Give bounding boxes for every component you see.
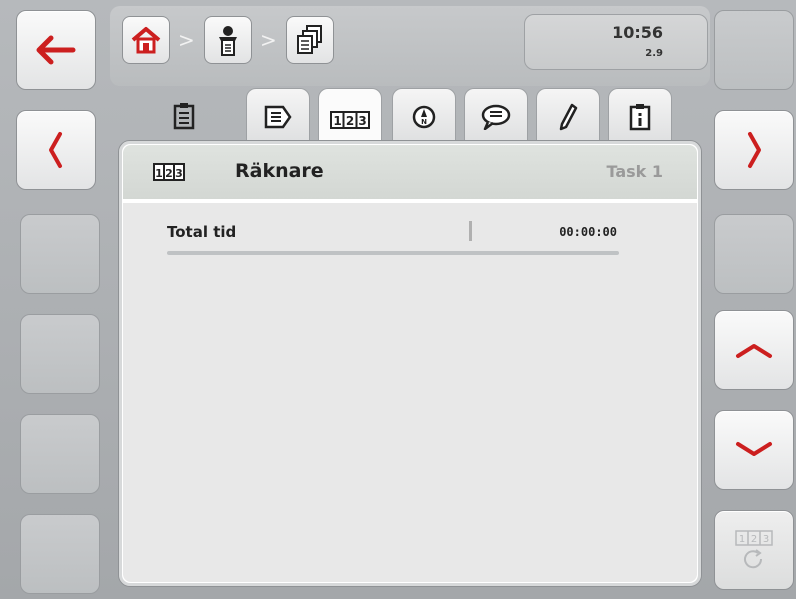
counters-panel: 1 2 3 Räknare Task 1 Total tid 00:00:00 [118, 140, 702, 587]
counter-label: Total tid [167, 223, 237, 241]
tab-device-description[interactable] [246, 88, 310, 144]
svg-text:3: 3 [175, 167, 183, 180]
counter-icon: 1 2 3 [153, 163, 185, 181]
clipboard-icon [173, 103, 195, 130]
operator-clipboard-icon [219, 26, 237, 56]
tab-comments[interactable] [464, 88, 528, 144]
svg-text:3: 3 [763, 534, 769, 545]
chevron-right-icon [748, 132, 761, 168]
left-softkey-5 [20, 414, 100, 494]
speech-bubble-icon [481, 104, 511, 130]
info-document-icon [629, 103, 651, 130]
counter-value: 00:00:00 [559, 225, 617, 239]
right-softkey-1 [714, 10, 794, 90]
reset-counter-button[interactable]: 1 2 3 [714, 510, 794, 590]
next-tab-button[interactable] [714, 110, 794, 190]
row-underline [167, 251, 619, 255]
counter-list: Total tid 00:00:00 [123, 203, 697, 582]
svg-text:1: 1 [155, 167, 163, 180]
svg-text:2: 2 [751, 534, 757, 545]
header-bar: > > 10:56 2.9 [110, 6, 710, 86]
svg-text:1: 1 [739, 534, 745, 545]
breadcrumb-task-controller[interactable] [204, 16, 252, 64]
screen-frame: 1 2 3 > > 10:56 2.9 1 2 3 N 1 2 3 Räknar… [0, 0, 796, 599]
svg-text:1: 1 [333, 114, 341, 128]
clock-time: 10:56 [612, 23, 663, 42]
chevron-up-icon [736, 344, 772, 358]
breadcrumb-tasks[interactable] [286, 16, 334, 64]
chevron-left-icon [49, 132, 62, 168]
compass-icon: N [412, 105, 436, 128]
tab-task-data[interactable] [152, 88, 216, 144]
clock-display: 10:56 2.9 [524, 14, 708, 70]
documents-icon [297, 25, 322, 54]
right-softkey-3 [714, 214, 794, 294]
scroll-down-button[interactable] [714, 410, 794, 490]
chevron-down-icon [736, 442, 772, 456]
document-arrow-icon [264, 105, 292, 128]
counter-reset-icon: 1 2 3 [735, 530, 773, 569]
tab-notes[interactable] [536, 88, 600, 144]
pencil-icon [559, 103, 578, 130]
tab-location[interactable]: N [392, 88, 456, 144]
tab-info[interactable] [608, 88, 672, 144]
column-divider [469, 221, 472, 241]
svg-text:2: 2 [346, 114, 354, 128]
breadcrumb-home[interactable] [122, 16, 170, 64]
counter-icon: 1 2 3 [330, 110, 370, 129]
left-softkey-3 [20, 214, 100, 294]
version-label: 2.9 [645, 48, 663, 59]
svg-text:N: N [421, 118, 427, 126]
svg-text:2: 2 [165, 167, 173, 180]
panel-header: 1 2 3 Räknare Task 1 [123, 145, 697, 199]
arrow-left-icon [36, 35, 76, 65]
previous-tab-button[interactable] [16, 110, 96, 190]
breadcrumb-separator: > [260, 28, 277, 52]
task-name: Task 1 [606, 162, 663, 181]
counter-row-total-time[interactable]: Total tid 00:00:00 [167, 221, 619, 259]
left-softkey-6 [20, 514, 100, 594]
scroll-up-button[interactable] [714, 310, 794, 390]
left-softkey-4 [20, 314, 100, 394]
page-title: Räknare [235, 160, 324, 182]
breadcrumb-separator: > [178, 28, 195, 52]
home-icon [131, 27, 161, 54]
back-button[interactable] [16, 10, 96, 90]
svg-text:3: 3 [358, 114, 366, 128]
